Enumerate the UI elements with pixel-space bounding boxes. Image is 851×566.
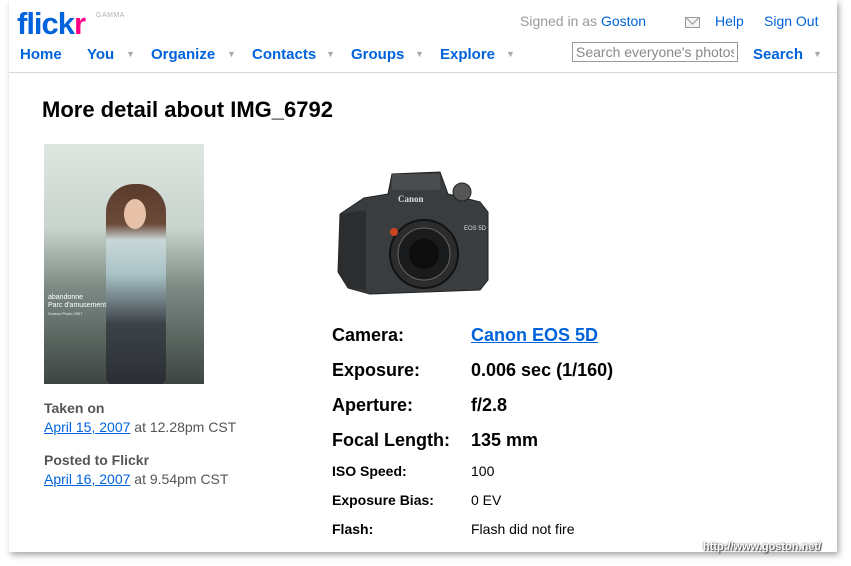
iso-label: ISO Speed: (332, 463, 407, 479)
nav-home[interactable]: Home (20, 46, 62, 63)
search-button[interactable]: Search (753, 46, 803, 63)
nav-you[interactable]: You (87, 46, 114, 63)
chevron-down-icon[interactable]: ▼ (813, 49, 822, 59)
help-link[interactable]: Help (715, 13, 744, 29)
focal-length-label: Focal Length: (332, 430, 450, 450)
camera-label: Camera: (332, 325, 405, 345)
nav-explore[interactable]: Explore (440, 46, 495, 63)
chevron-down-icon[interactable]: ▼ (126, 49, 135, 59)
page-title: More detail about IMG_6792 (42, 97, 333, 122)
exposure-label: Exposure: (332, 360, 421, 380)
sign-out-link[interactable]: Sign Out (764, 13, 818, 29)
search-input[interactable] (572, 42, 738, 62)
logo-r-text: r (74, 6, 86, 41)
chevron-down-icon[interactable]: ▼ (227, 49, 236, 59)
taken-on-line: April 15, 2007 at 12.28pm CST (44, 419, 236, 435)
photo-thumbnail[interactable]: abandonne Parc d'amusement Goston Photo … (44, 144, 204, 384)
aperture-value: f/2.8 (471, 395, 508, 415)
flickr-header: flickr GAMMA Signed in as Goston Help Si… (9, 0, 837, 73)
photo-caption-line1: abandonne (48, 294, 84, 301)
chevron-down-icon[interactable]: ▼ (326, 49, 335, 59)
logo-flick-text: flick (17, 6, 75, 41)
signed-in-status: Signed in as Goston (520, 13, 646, 29)
username-link[interactable]: Goston (601, 13, 646, 29)
camera-model-text: EOS 5D (464, 226, 487, 232)
flickr-logo[interactable]: flickr (17, 4, 86, 44)
taken-date-link[interactable]: April 15, 2007 (44, 419, 130, 435)
flash-label: Flash: (332, 521, 374, 537)
signed-in-prefix: Signed in as (520, 13, 598, 29)
nav-contacts[interactable]: Contacts (252, 46, 316, 63)
posted-label: Posted to Flickr (44, 452, 150, 468)
nav-groups[interactable]: Groups (351, 46, 404, 63)
camera-model-link[interactable]: Canon EOS 5D (471, 325, 598, 346)
taken-time: at 12.28pm CST (134, 419, 237, 435)
exposure-bias-label: Exposure Bias: (332, 492, 434, 508)
camera-image: Canon EOS 5D (330, 152, 492, 300)
posted-date-link[interactable]: April 16, 2007 (44, 471, 130, 487)
watermark-text: http://www.goston.net/ (703, 541, 822, 553)
taken-on-label: Taken on (44, 400, 105, 416)
posted-line: April 16, 2007 at 9.54pm CST (44, 471, 228, 487)
chevron-down-icon[interactable]: ▼ (506, 49, 515, 59)
iso-value: 100 (471, 463, 495, 479)
photo-caption-line3: Goston Photo 2007 (48, 311, 83, 316)
mail-icon[interactable] (685, 17, 700, 28)
posted-time: at 9.54pm CST (134, 471, 229, 487)
browser-page: flickr GAMMA Signed in as Goston Help Si… (9, 0, 837, 552)
gamma-badge: GAMMA (96, 12, 125, 19)
photo-subject-face (124, 199, 146, 229)
chevron-down-icon[interactable]: ▼ (415, 49, 424, 59)
photo-caption-line2: Parc d'amusement (48, 302, 107, 309)
aperture-label: Aperture: (332, 395, 414, 415)
nav-organize[interactable]: Organize (151, 46, 215, 63)
flash-value: Flash did not fire (471, 521, 575, 537)
camera-brand-text: Canon (398, 194, 424, 204)
focal-length-value: 135 mm (471, 430, 539, 450)
exposure-value: 0.006 sec (1/160) (471, 360, 614, 380)
exposure-bias-value: 0 EV (471, 492, 502, 508)
